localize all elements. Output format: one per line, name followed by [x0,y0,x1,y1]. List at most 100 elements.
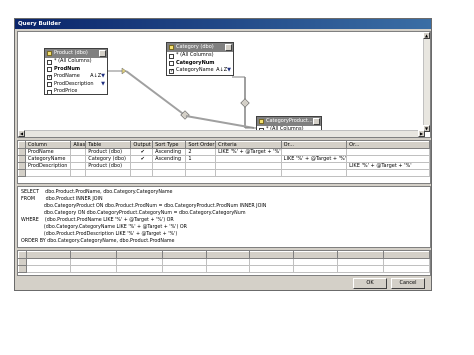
column-checkbox[interactable]: ✓ [47,74,52,80]
criteria-grid[interactable]: Column Alias Table Output Sort Type Sort Orde… [17,140,431,184]
results-cell[interactable] [115,265,163,273]
column-checkbox[interactable]: ✓ [169,68,174,74]
grid-cell[interactable] [152,162,187,170]
results-cell[interactable] [383,265,430,273]
row-header[interactable] [18,148,26,156]
table-column-row[interactable]: ProdPrice [45,88,107,96]
categoryproduct-table-header[interactable]: CategoryProduct... [257,117,321,126]
grid-column-header[interactable]: Criteria [215,141,282,149]
table-column-row[interactable]: ProdDescription ▼ [45,81,107,89]
results-cell[interactable] [205,265,251,273]
diagram-horizontal-scrollbar[interactable]: ◀ ▶ [18,130,425,137]
table-column-row[interactable]: * (All Columns) [45,58,107,66]
grid-cell[interactable]: ✔ [130,148,154,156]
grid-cell[interactable]: LIKE '%' + @Target + '%' [280,155,348,163]
table-column-row[interactable]: ✓ CategoryName A↓Z▼ [167,67,233,75]
category-table[interactable]: Category (dbo) * (All Columns) CategoryNu… [166,42,234,76]
grid-cell[interactable]: LIKE '%' + @Target + '%' [346,162,430,170]
grid-column-header[interactable]: Table [85,141,132,149]
product-table-header[interactable]: Product (dbo) [45,49,107,58]
results-cell[interactable] [161,258,207,266]
results-cell[interactable] [115,258,163,266]
product-table[interactable]: Product (dbo) * (All Columns) ProdNum ✓ Pro… [44,48,108,95]
results-cell[interactable] [293,265,339,273]
grid-cell[interactable] [215,162,282,170]
grid-cell[interactable] [185,162,217,170]
close-icon[interactable] [313,118,320,125]
grid-cell[interactable]: ✔ [130,155,154,163]
grid-cell[interactable]: Ascending [152,148,187,156]
results-cell[interactable] [249,258,295,266]
column-checkbox[interactable] [47,89,52,95]
results-pane[interactable] [17,250,431,276]
grid-row[interactable]: ProdName Product (dbo) ✔ Ascending 2 LIKE '%'… [18,148,430,156]
column-checkbox[interactable] [47,67,52,72]
sql-pane[interactable]: SELECT dbo.Product.ProdName, dbo.Categor… [17,186,431,248]
close-icon[interactable] [225,44,232,51]
grid-cell[interactable]: LIKE '%' + @Target + '%' [215,148,282,156]
results-cell[interactable] [383,258,430,266]
grid-cell[interactable] [70,148,87,156]
grid-cell[interactable]: ProdName [24,148,72,156]
grid-row[interactable] [18,169,430,177]
scroll-right-icon[interactable]: ▶ [418,130,425,137]
grid-cell[interactable]: CategoryName [24,155,72,163]
grid-cell[interactable]: Category (dbo) [85,155,132,163]
grid-cell[interactable] [185,169,217,177]
grid-column-header[interactable]: Output [130,141,154,149]
ok-button[interactable]: OK [353,278,387,289]
grid-row[interactable]: ProdDescription Product (dbo) LIKE '%' + @… [18,162,430,170]
table-column-row[interactable]: ✓ ProdName A↓Z▼ [45,73,107,81]
column-checkbox[interactable] [47,82,52,87]
close-icon[interactable] [99,50,106,57]
grid-cell[interactable] [346,148,430,156]
results-cell[interactable] [161,265,207,273]
grid-cell[interactable] [346,155,430,163]
column-checkbox[interactable] [169,61,174,66]
grid-cell[interactable] [70,162,87,170]
row-header[interactable] [18,162,26,170]
grid-column-header[interactable]: Sort Type [152,141,187,149]
grid-cell[interactable] [346,169,430,177]
grid-cell[interactable] [130,169,154,177]
grid-row[interactable]: CategoryName Category (dbo) ✔ Ascending 1 LIK… [18,155,430,163]
grid-cell[interactable] [280,148,348,156]
column-checkbox[interactable] [169,53,174,59]
results-cell[interactable] [69,265,117,273]
row-header[interactable] [18,155,26,163]
results-cell[interactable] [205,258,251,266]
cancel-button[interactable]: Cancel [391,278,425,289]
scroll-up-icon[interactable]: ▲ [423,32,430,39]
results-cell[interactable] [293,258,339,266]
grid-cell[interactable]: Ascending [152,155,187,163]
grid-cell[interactable]: 2 [185,148,217,156]
grid-cell[interactable]: 1 [185,155,217,163]
category-table-header[interactable]: Category (dbo) [167,43,233,52]
grid-cell[interactable] [215,155,282,163]
grid-cell[interactable] [70,155,87,163]
grid-column-header[interactable]: Sort Order [185,141,217,149]
row-header[interactable] [18,169,26,177]
table-column-row[interactable]: * (All Columns) [167,52,233,60]
table-column-row[interactable]: ProdNum [45,66,107,74]
results-cell[interactable] [25,258,71,266]
grid-cell[interactable] [85,169,132,177]
grid-cell[interactable] [24,169,72,177]
grid-cell[interactable]: Product (dbo) [85,162,132,170]
diagram-vertical-scrollbar[interactable]: ▲ ▼ [423,32,430,132]
results-row[interactable] [18,258,430,266]
results-cell[interactable] [337,258,385,266]
grid-cell[interactable] [215,169,282,177]
results-cell[interactable] [249,265,295,273]
grid-cell[interactable] [70,169,87,177]
grid-cell[interactable]: ProdDescription [24,162,72,170]
grid-cell[interactable] [130,162,154,170]
column-checkbox[interactable] [47,59,52,65]
results-cell[interactable] [69,258,117,266]
grid-cell[interactable]: Product (dbo) [85,148,132,156]
scroll-left-icon[interactable]: ◀ [18,130,25,137]
grid-column-header[interactable]: Or... [346,141,430,149]
grid-column-header[interactable]: Or... [280,141,348,149]
grid-cell[interactable] [280,169,348,177]
results-cell[interactable] [337,265,385,273]
